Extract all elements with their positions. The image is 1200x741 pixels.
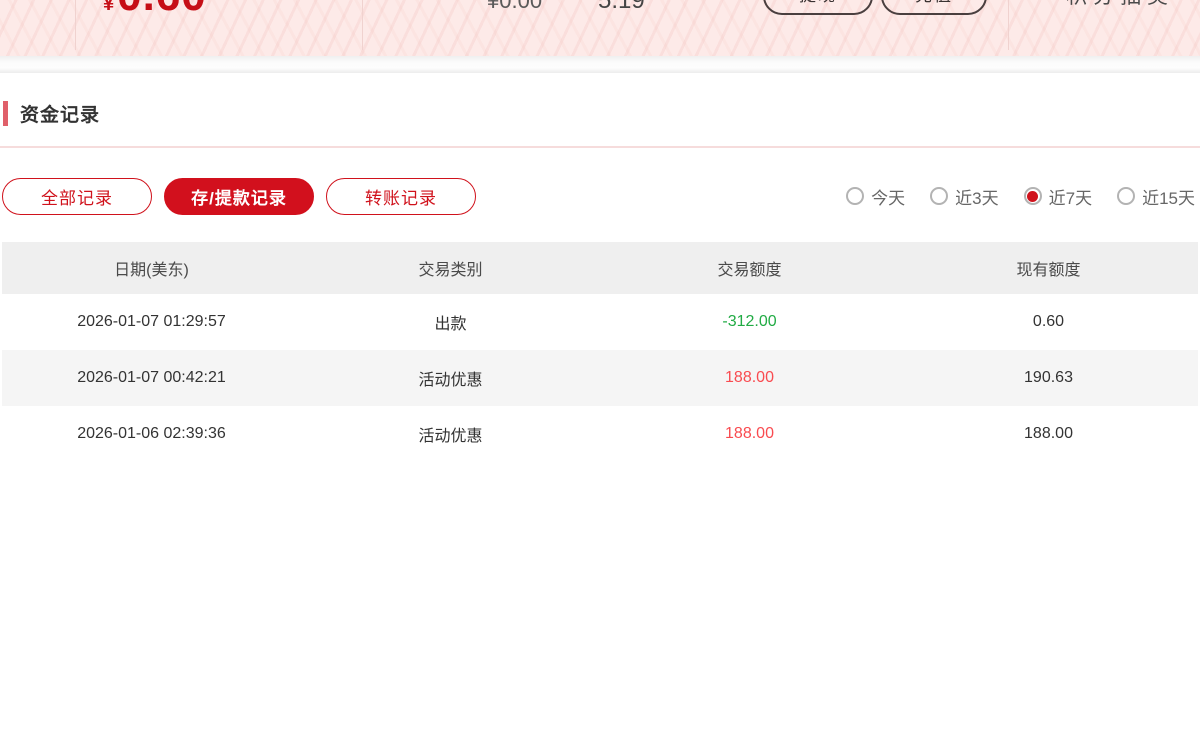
banner-divider <box>362 0 363 50</box>
cell-balance: 188.00 <box>899 425 1198 443</box>
filter-tab[interactable]: 转账记录 <box>326 178 476 215</box>
column-header: 日期(美东) <box>2 256 301 280</box>
funds-record-table: 日期(美东)交易类别交易额度现有额度 2026-01-07 01:29:57 出… <box>2 242 1198 462</box>
banner-divider <box>75 0 76 50</box>
date-range-label: 今天 <box>871 184 905 209</box>
table-row: 2026-01-06 02:39:36 活动优惠 188.00 188.00 <box>2 406 1198 462</box>
page-title: 资金记录 <box>20 100 100 127</box>
filter-row: 全部记录存/提款记录转账记录 今天 近3天 近7天 近15天 <box>0 177 1200 215</box>
radio-icon <box>1117 187 1135 205</box>
date-range-label: 近3天 <box>955 184 998 209</box>
table-row: 2026-01-07 00:42:21 活动优惠 188.00 190.63 <box>2 350 1198 406</box>
cell-amount: -312.00 <box>600 313 899 331</box>
radio-icon <box>846 187 864 205</box>
table-body: 2026-01-07 01:29:57 出款 -312.00 0.60 2026… <box>2 294 1198 462</box>
date-range-option[interactable]: 近15天 <box>1117 184 1195 209</box>
currency-symbol: ¥ <box>103 0 114 14</box>
date-range-label: 近15天 <box>1142 184 1195 209</box>
metric-value: 5.19 <box>598 0 645 13</box>
date-range-option[interactable]: 近7天 <box>1024 184 1092 209</box>
withdraw-button[interactable]: 提现 <box>763 0 873 15</box>
filter-tab[interactable]: 全部记录 <box>2 178 152 215</box>
column-header: 交易类别 <box>301 256 600 280</box>
cell-balance: 0.60 <box>899 313 1198 331</box>
column-header: 交易额度 <box>600 256 899 280</box>
title-accent-bar <box>3 101 8 126</box>
radio-icon <box>1024 187 1042 205</box>
date-range-group: 今天 近3天 近7天 近15天 <box>846 184 1195 209</box>
wallet-banner: ¥ 0.60 ¥0.00 5.19 提现 充值 积分抽奖 <box>0 0 1200 56</box>
radio-icon <box>930 187 948 205</box>
date-range-option[interactable]: 近3天 <box>930 184 998 209</box>
banner-shadow-strip <box>0 56 1200 73</box>
cell-type: 活动优惠 <box>301 422 600 446</box>
table-header-row: 日期(美东)交易类别交易额度现有额度 <box>2 242 1198 294</box>
cell-date: 2026-01-07 01:29:57 <box>2 313 301 331</box>
section-header: 资金记录 <box>0 100 1200 126</box>
column-header: 现有额度 <box>899 256 1198 280</box>
cell-type: 出款 <box>301 310 600 334</box>
filter-tab[interactable]: 存/提款记录 <box>164 178 314 215</box>
points-lottery-link[interactable]: 积分抽奖 <box>1066 0 1174 7</box>
recharge-button[interactable]: 充值 <box>881 0 987 15</box>
date-range-label: 近7天 <box>1049 184 1092 209</box>
cell-balance: 190.63 <box>899 369 1198 387</box>
secondary-balance: ¥0.00 <box>487 0 542 12</box>
cell-amount: 188.00 <box>600 369 899 387</box>
cell-date: 2026-01-07 00:42:21 <box>2 369 301 387</box>
table-row: 2026-01-07 01:29:57 出款 -312.00 0.60 <box>2 294 1198 350</box>
main-balance: ¥ 0.60 <box>103 0 207 18</box>
cell-date: 2026-01-06 02:39:36 <box>2 425 301 443</box>
banner-divider <box>1008 0 1009 50</box>
date-range-option[interactable]: 今天 <box>846 184 905 209</box>
cell-type: 活动优惠 <box>301 366 600 390</box>
section-divider <box>0 146 1200 148</box>
main-balance-value: 0.60 <box>117 0 207 18</box>
filter-tabs: 全部记录存/提款记录转账记录 <box>2 178 476 215</box>
cell-amount: 188.00 <box>600 425 899 443</box>
